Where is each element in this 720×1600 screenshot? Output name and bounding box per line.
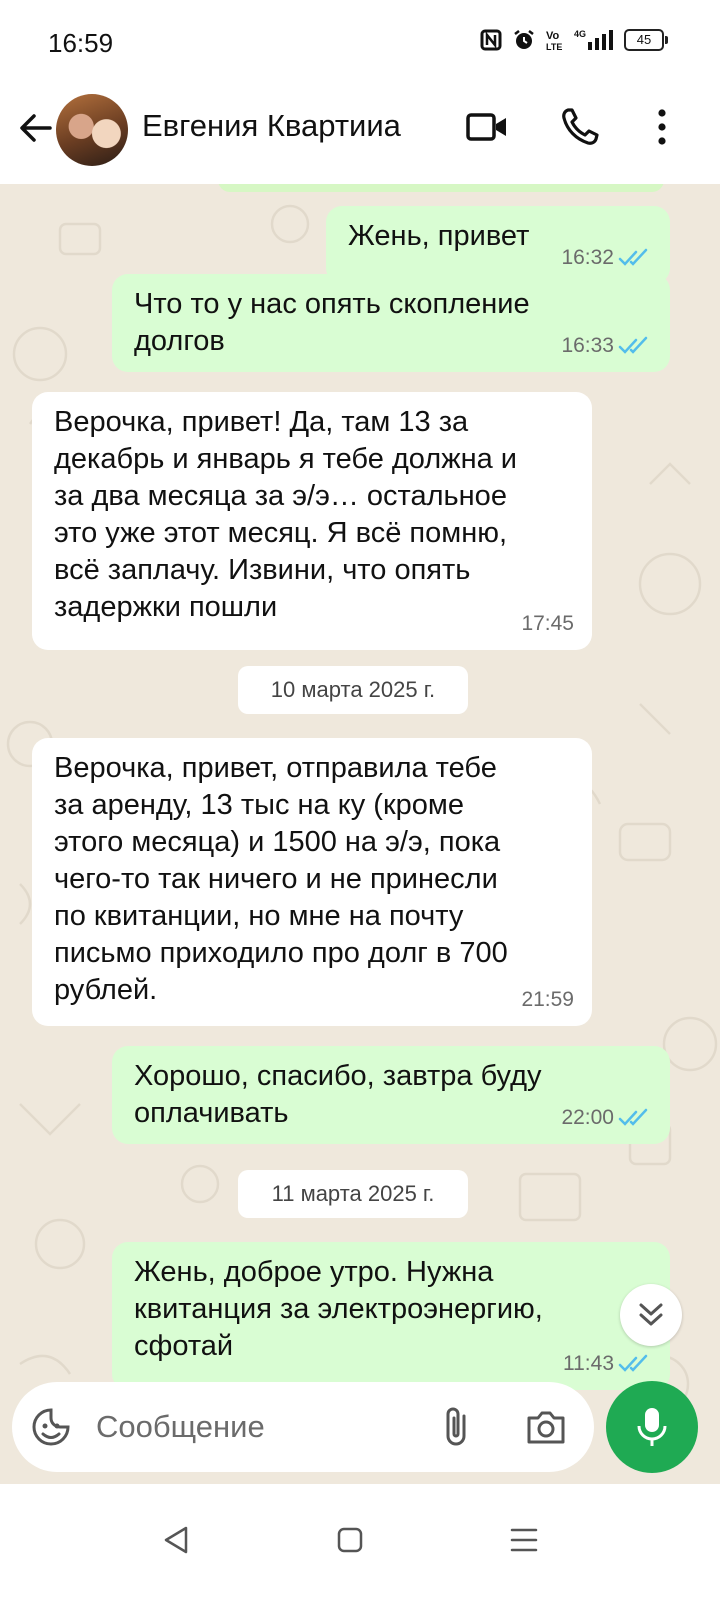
read-receipt-icon: [618, 1108, 648, 1126]
message-meta: 21:59: [521, 981, 574, 1018]
date-separator: 11 марта 2025 г.: [238, 1170, 468, 1218]
phone-icon[interactable]: [558, 104, 604, 150]
attach-icon[interactable]: [438, 1404, 478, 1450]
message-meta: 17:45: [521, 605, 574, 642]
nav-back-icon[interactable]: [156, 1520, 196, 1560]
scroll-to-bottom-button[interactable]: [620, 1284, 682, 1346]
status-indicators: Vo LTE 4G 45: [480, 28, 668, 52]
svg-text:Vo: Vo: [546, 30, 560, 42]
read-receipt-icon: [618, 336, 648, 354]
message-time: 11:43: [563, 1352, 614, 1375]
voice-message-button[interactable]: [606, 1381, 698, 1473]
chat-area[interactable]: Жень, привет 16:32 Что то у нас опять ск…: [0, 184, 720, 1498]
message-meta: 22:00: [561, 1099, 652, 1136]
read-receipt-icon: [618, 1354, 648, 1372]
status-time: 16:59: [48, 28, 114, 58]
message-meta: 16:32: [561, 239, 652, 276]
nav-recents-icon[interactable]: [504, 1520, 544, 1560]
message-time: 16:32: [561, 246, 614, 269]
svg-text:LTE: LTE: [546, 42, 562, 52]
message-meta: 11:43: [563, 1345, 652, 1382]
message-input[interactable]: Сообщение: [96, 1409, 265, 1445]
nav-home-icon[interactable]: [330, 1520, 370, 1560]
message-text: Верочка, привет! Да, там 13 за декабрь и…: [54, 406, 518, 623]
message-outgoing[interactable]: Что то у нас опять скопление долгов 16:3…: [112, 274, 670, 372]
message-time: 17:45: [521, 612, 574, 635]
mic-icon: [637, 1408, 667, 1446]
message-meta: 16:33: [561, 327, 652, 364]
svg-text:4G: 4G: [574, 29, 586, 39]
chat-header: Евгения Квартииа: [0, 80, 720, 184]
avatar[interactable]: [56, 94, 128, 166]
more-icon[interactable]: [644, 104, 680, 150]
double-chevron-down-icon: [639, 1303, 663, 1326]
message-outgoing[interactable]: Жень, доброе утро. Нужна квитанция за эл…: [112, 1242, 670, 1390]
volte-icon: VoLTE: [546, 30, 562, 52]
message-time: 21:59: [521, 988, 574, 1011]
message-text: Верочка, привет, отправила тебе за аренд…: [54, 752, 508, 1006]
system-nav-bar: [0, 1484, 720, 1600]
back-arrow-icon[interactable]: [14, 106, 58, 150]
message-incoming[interactable]: Верочка, привет! Да, там 13 за декабрь и…: [32, 392, 592, 650]
message-input-bar[interactable]: Сообщение: [12, 1382, 594, 1472]
message-outgoing[interactable]: Хорошо, спасибо, завтра буду оплачивать …: [112, 1046, 670, 1144]
message-time: 22:00: [561, 1106, 614, 1129]
battery-indicator: 45: [624, 29, 668, 51]
camera-icon[interactable]: [524, 1406, 568, 1448]
video-call-icon[interactable]: [464, 104, 510, 150]
date-separator: 10 марта 2025 г.: [238, 666, 468, 714]
sticker-icon[interactable]: [30, 1406, 72, 1448]
status-bar: 16:59 Vo LTE 4G 45: [0, 0, 720, 80]
contact-name[interactable]: Евгения Квартииа: [142, 108, 401, 144]
previous-message-fragment: [218, 184, 664, 192]
message-outgoing[interactable]: Жень, привет 16:32: [326, 206, 670, 284]
read-receipt-icon: [618, 248, 648, 266]
message-time: 16:33: [561, 334, 614, 357]
message-incoming[interactable]: Верочка, привет, отправила тебе за аренд…: [32, 738, 592, 1026]
alarm-icon: [514, 30, 534, 49]
nfc-icon: [480, 29, 502, 51]
signal-4g-icon: 4G: [574, 29, 613, 50]
